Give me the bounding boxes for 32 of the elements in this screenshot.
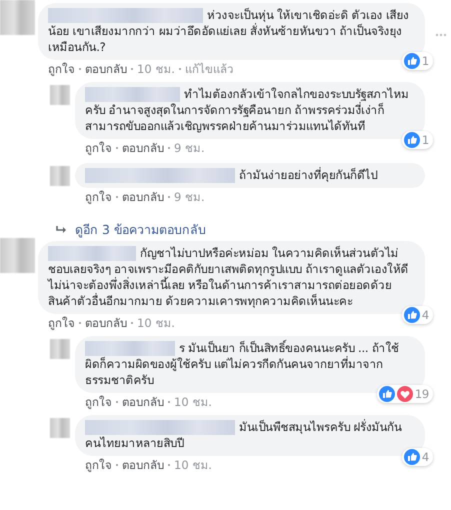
- reply-link[interactable]: ตอบกลับ: [122, 458, 164, 472]
- reply-link[interactable]: ตอบกลับ: [122, 190, 164, 204]
- like-link[interactable]: ถูกใจ: [85, 190, 112, 204]
- view-more-replies-link[interactable]: ดูอีก 3 ข้อความตอบกลับ: [56, 220, 451, 239]
- like-icon: [404, 307, 420, 323]
- reply-arrow-icon: [56, 226, 67, 234]
- timestamp: 9 ชม.: [174, 190, 205, 204]
- timestamp: 10 ชม.: [137, 62, 175, 76]
- avatar: [50, 166, 70, 186]
- avatar: [0, 238, 35, 273]
- avatar: [50, 339, 70, 359]
- timestamp: 10 ชม.: [137, 316, 175, 330]
- like-icon: [404, 449, 420, 465]
- like-icon: [404, 53, 420, 69]
- reply-link[interactable]: ตอบกลับ: [122, 141, 164, 155]
- avatar: [0, 0, 35, 35]
- reply-link[interactable]: ตอบกลับ: [122, 395, 164, 409]
- like-link[interactable]: ถูกใจ: [85, 395, 112, 409]
- avatar: [50, 418, 70, 438]
- timestamp: 9 ชม.: [174, 141, 205, 155]
- like-icon: [404, 132, 420, 148]
- avatar: [50, 85, 70, 105]
- like-link[interactable]: ถูกใจ: [48, 316, 75, 330]
- like-link[interactable]: ถูกใจ: [85, 141, 112, 155]
- like-icon: [378, 386, 395, 402]
- edited-label: แก้ไขแล้ว: [184, 62, 233, 76]
- like-link[interactable]: ถูกใจ: [85, 458, 112, 472]
- like-link[interactable]: ถูกใจ: [48, 62, 75, 76]
- reply-link[interactable]: ตอบกลับ: [85, 62, 127, 76]
- timestamp: 10 ชม.: [174, 458, 212, 472]
- reply-link[interactable]: ตอบกลับ: [85, 316, 127, 330]
- timestamp: 10 ชม.: [174, 395, 212, 409]
